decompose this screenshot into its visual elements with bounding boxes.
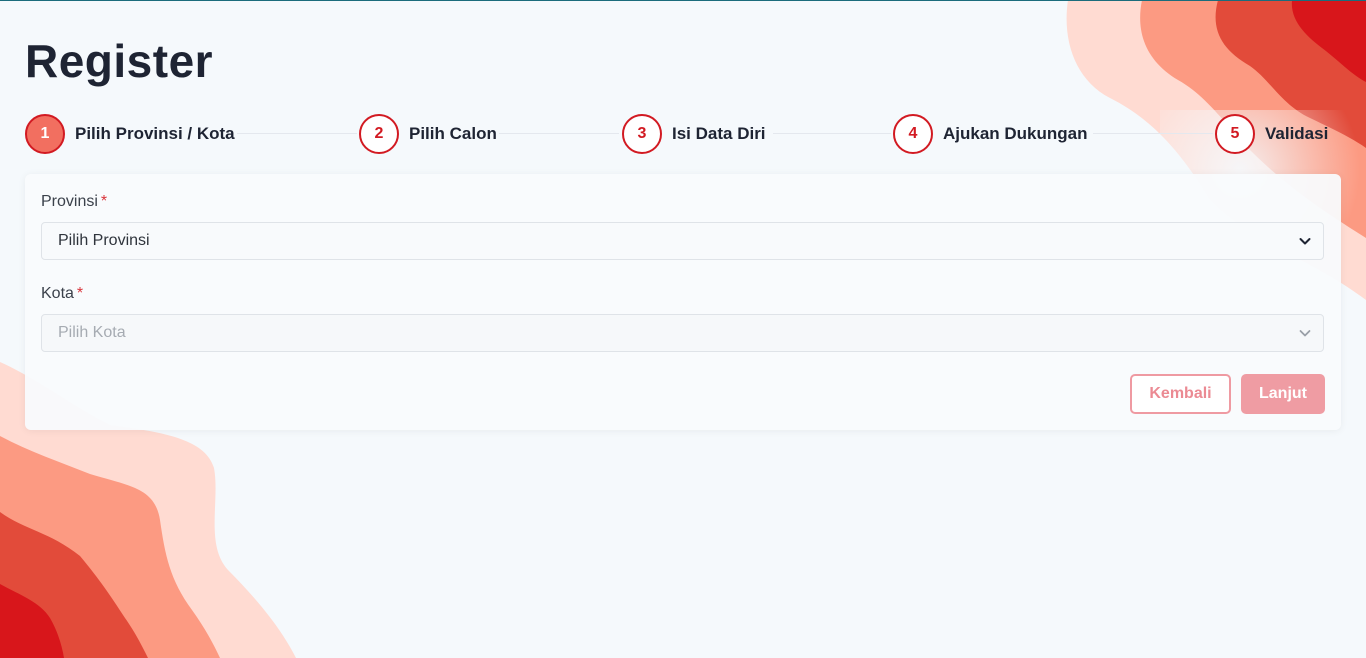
step-label: Validasi — [1265, 124, 1329, 143]
required-mark: * — [76, 285, 84, 302]
required-mark: * — [100, 193, 108, 210]
step-connector — [499, 133, 619, 134]
city-label: Kota * — [41, 285, 83, 303]
step-label: Isi Data Diri — [672, 124, 766, 143]
back-button[interactable]: Kembali — [1130, 374, 1231, 414]
step-label: Ajukan Dukungan — [943, 124, 1088, 143]
province-select-value: Pilih Provinsi — [58, 232, 150, 249]
chevron-down-icon — [1299, 330, 1311, 337]
step-number: 1 — [25, 114, 65, 154]
registration-stepper: 1 Pilih Provinsi / Kota 2 Pilih Calon 3 … — [25, 114, 1328, 154]
step-3: 3 Isi Data Diri — [622, 114, 766, 154]
city-label-text: Kota — [41, 285, 74, 302]
step-number: 2 — [359, 114, 399, 154]
step-label: Pilih Provinsi / Kota — [75, 124, 235, 143]
next-button[interactable]: Lanjut — [1241, 374, 1325, 414]
province-select[interactable]: Pilih Provinsi — [41, 222, 1324, 260]
step-5: 5 Validasi — [1215, 114, 1328, 154]
page-title: Register — [25, 35, 214, 87]
step-4: 4 Ajukan Dukungan — [893, 114, 1088, 154]
top-accent-line — [0, 0, 1366, 1]
step-number: 5 — [1215, 114, 1255, 154]
step-label: Pilih Calon — [409, 124, 497, 143]
step-2: 2 Pilih Calon — [359, 114, 497, 154]
step-connector — [773, 133, 891, 134]
step-number: 3 — [622, 114, 662, 154]
province-label-text: Provinsi — [41, 193, 98, 210]
province-label: Provinsi * — [41, 193, 107, 211]
location-form-card: Provinsi * Pilih Provinsi Kota * Pilih Kot… — [25, 174, 1341, 430]
step-1: 1 Pilih Provinsi / Kota — [25, 114, 235, 154]
step-number: 4 — [893, 114, 933, 154]
city-select-value: Pilih Kota — [58, 324, 126, 341]
step-connector — [1093, 133, 1213, 134]
step-connector — [237, 133, 357, 134]
chevron-down-icon — [1299, 238, 1311, 245]
city-select[interactable]: Pilih Kota — [41, 314, 1324, 352]
